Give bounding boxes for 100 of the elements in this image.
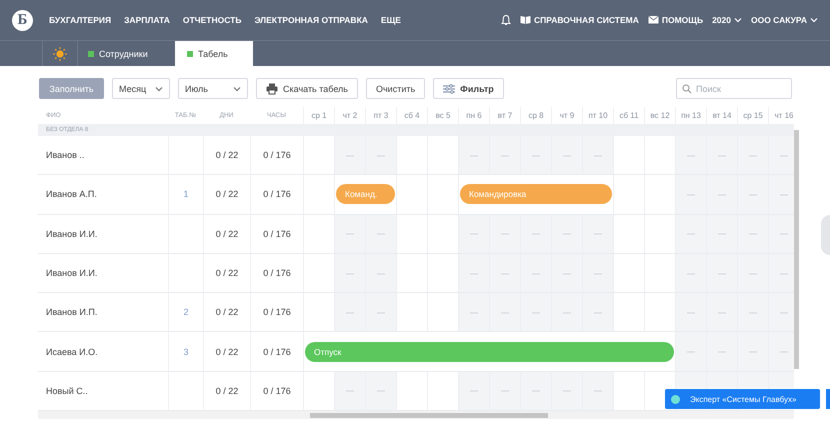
empty-day-cell[interactable]: — [520, 254, 551, 294]
empty-day-cell[interactable]: — [334, 293, 365, 332]
empty-day-cell[interactable]: — [737, 293, 768, 332]
empty-day-cell[interactable]: — [675, 254, 706, 294]
logo[interactable]: Б [12, 10, 33, 30]
download-button[interactable]: Скачать табель [256, 78, 358, 99]
empty-day-cell[interactable]: — [458, 254, 489, 294]
empty-day-cell[interactable]: — [489, 136, 520, 176]
empty-day-cell[interactable]: — [551, 372, 582, 412]
empty-day-cell[interactable]: — [520, 372, 551, 412]
empty-day-cell[interactable]: — [365, 214, 396, 254]
day-cell[interactable] [676, 372, 706, 388]
organization-select[interactable]: ООО САКУРА [750, 15, 818, 25]
empty-day-cell[interactable]: — [520, 293, 551, 332]
day-cell[interactable] [738, 372, 768, 388]
empty-day-cell[interactable]: — [706, 175, 737, 215]
month-select[interactable]: Июль [178, 78, 248, 99]
empty-day-cell[interactable]: — [675, 214, 706, 254]
empty-day-cell[interactable]: — [582, 214, 613, 254]
day-cell[interactable] [707, 372, 737, 388]
day-cell[interactable] [769, 372, 794, 388]
empty-day-cell[interactable]: — [334, 214, 365, 254]
empty-day-cell[interactable]: — [706, 254, 737, 294]
empty-day-cell[interactable]: — [768, 293, 794, 332]
empty-day-cell[interactable]: — [551, 254, 582, 294]
nav-link[interactable]: ЭЛЕКТРОННАЯ ОТПРАВКА [254, 15, 368, 25]
filter-button[interactable]: Фильтр [433, 78, 504, 99]
table-cell: 2 [168, 293, 203, 332]
dot-icon [671, 394, 680, 404]
year-select[interactable]: 2020 [712, 15, 742, 25]
empty-day-cell[interactable]: — [768, 136, 794, 176]
empty-day-cell[interactable]: — [365, 254, 396, 294]
nav-link[interactable]: БУХГАЛТЕРИЯ [49, 15, 112, 25]
empty-day-cell[interactable]: — [768, 214, 794, 254]
empty-day-cell[interactable]: — [706, 136, 737, 176]
empty-day-cell[interactable]: — [489, 293, 520, 332]
empty-day-cell[interactable]: — [334, 136, 365, 176]
tab[interactable]: Табель [175, 41, 253, 66]
period-select[interactable]: Месяц [112, 78, 170, 99]
empty-day-cell[interactable]: — [334, 254, 365, 294]
fill-button[interactable]: Заполнить [39, 78, 104, 99]
empty-day-cell[interactable]: — [582, 254, 613, 294]
clear-button[interactable]: Очистить [366, 78, 426, 99]
empty-day-cell[interactable]: — [365, 372, 396, 412]
empty-day-cell[interactable]: — [520, 136, 551, 176]
tab-square-icon [187, 50, 193, 56]
horizontal-scrollbar[interactable] [310, 412, 548, 418]
empty-day-cell[interactable]: — [582, 372, 613, 412]
empty-day-cell[interactable]: — [737, 332, 768, 372]
empty-day-cell[interactable]: — [675, 332, 706, 372]
empty-day-cell[interactable]: — [489, 214, 520, 254]
side-handle[interactable] [821, 215, 830, 255]
empty-day-cell[interactable]: — [334, 372, 365, 412]
help-link[interactable]: СПРАВОЧНАЯ СИСТЕМА [520, 15, 639, 25]
empty-day-cell[interactable]: — [737, 214, 768, 254]
blank-day-cell[interactable] [613, 175, 644, 215]
empty-day-cell[interactable]: — [768, 175, 794, 215]
empty-day-cell[interactable]: — [489, 372, 520, 412]
empty-day-cell[interactable]: — [675, 175, 706, 215]
empty-day-cell[interactable]: — [675, 136, 706, 176]
empty-day-cell[interactable]: — [520, 214, 551, 254]
nav-link[interactable]: ЕЩЕ [380, 15, 401, 25]
empty-day-cell[interactable]: — [582, 136, 613, 176]
empty-day-cell[interactable]: — [458, 293, 489, 332]
empty-day-cell[interactable]: — [737, 254, 768, 294]
empty-day-cell[interactable]: — [551, 214, 582, 254]
empty-day-cell[interactable]: — [675, 293, 706, 332]
absence-bar[interactable]: Команд. [336, 184, 395, 204]
vertical-scrollbar[interactable] [794, 130, 799, 369]
empty-day-cell[interactable]: — [365, 136, 396, 176]
help-link[interactable]: ПОМОЩЬ [648, 15, 704, 25]
search-field[interactable]: Поиск [676, 78, 792, 99]
empty-day-cell[interactable]: — [458, 136, 489, 176]
empty-day-cell[interactable]: — [551, 293, 582, 332]
empty-day-cell[interactable]: — [706, 214, 737, 254]
blank-day-cell[interactable] [396, 175, 427, 215]
nav-link[interactable]: ОТЧЕТНОСТЬ [182, 15, 242, 25]
nav-link[interactable]: ЗАРПЛАТА [124, 15, 170, 25]
empty-day-cell[interactable]: — [737, 136, 768, 176]
absence-bar[interactable]: Командировка [460, 184, 612, 204]
empty-day-cell[interactable]: — [706, 293, 737, 332]
empty-day-cell[interactable]: — [489, 254, 520, 294]
empty-day-cell[interactable]: — [458, 214, 489, 254]
empty-day-cell[interactable]: — [737, 175, 768, 215]
empty-day-cell[interactable]: — [706, 332, 737, 372]
employee-name: Исаева И.О. [38, 332, 168, 372]
sliders-icon [443, 84, 456, 94]
absence-bar[interactable]: Отпуск [305, 342, 674, 362]
side-button[interactable] [826, 389, 830, 409]
empty-day-cell[interactable]: — [768, 254, 794, 294]
empty-day-cell[interactable]: — [551, 136, 582, 176]
empty-day-cell[interactable]: — [582, 293, 613, 332]
empty-day-cell[interactable]: — [365, 293, 396, 332]
empty-day-cell[interactable]: — [458, 372, 489, 412]
expert-chat-button[interactable]: Эксперт «Системы Главбух» [665, 389, 820, 409]
days-cell: 0 / 22 [203, 332, 250, 372]
employee-name: Иванов .. [38, 136, 168, 176]
table-cell: 1 [168, 175, 203, 215]
empty-day-cell[interactable]: — [768, 332, 794, 372]
chevron-icon [233, 86, 241, 92]
